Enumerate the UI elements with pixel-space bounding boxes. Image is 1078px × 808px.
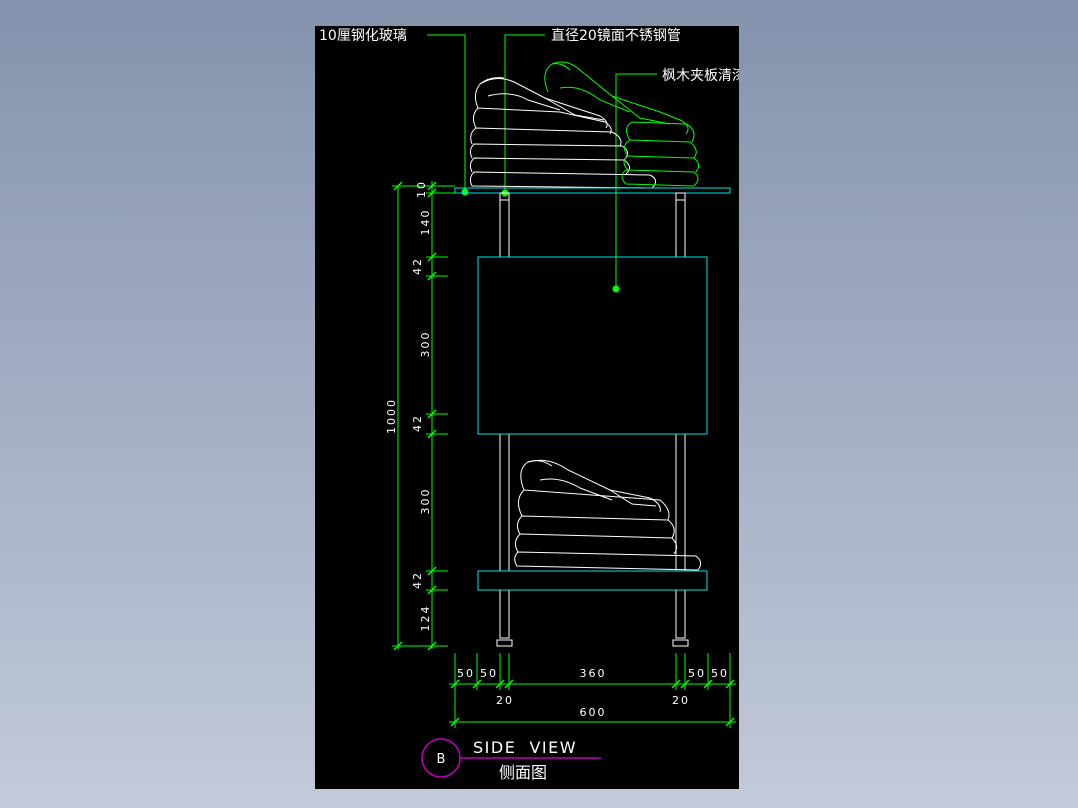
dim-42-c: 42 (411, 571, 424, 589)
dim-20-a: 20 (496, 694, 514, 707)
dim-300-a: 300 (419, 331, 432, 358)
vertical-dimension-labels: 10 140 42 300 42 300 42 124 1000 (385, 180, 432, 632)
dim-50-d: 50 (711, 667, 729, 680)
dim-50-c: 50 (688, 667, 706, 680)
view-marker-letter: B (437, 752, 446, 767)
maple-plywood-panel (477, 256, 708, 435)
callout-leaders (427, 34, 657, 289)
bottom-shelf (477, 570, 708, 591)
dim-20-b: 20 (672, 694, 690, 707)
view-title: SIDE VIEW (473, 738, 577, 757)
dim-300-b: 300 (419, 488, 432, 515)
dim-10: 10 (415, 180, 428, 198)
callout-tube-label: 直径20镜面不锈钢管 (551, 27, 681, 44)
dim-50-a: 50 (457, 667, 475, 680)
dim-360: 360 (580, 667, 607, 680)
dim-140: 140 (419, 209, 432, 236)
dim-42-a: 42 (411, 257, 424, 275)
leader-dot-panel (612, 285, 620, 293)
callout-glass-label: 10厘钢化玻璃 (319, 27, 407, 44)
dim-1000: 1000 (385, 398, 398, 434)
horizontal-dimension-labels: 50 50 360 50 50 20 20 600 (457, 667, 729, 719)
callout-panel-label: 枫木夹板清漆 (662, 68, 739, 84)
glass-shelf (454, 187, 731, 194)
dim-124: 124 (419, 605, 432, 632)
horizontal-dimension-ticks (450, 679, 735, 727)
dim-42-b: 42 (411, 414, 424, 432)
top-garment-stack-white (469, 77, 656, 189)
cad-drawing-canvas: 10厘钢化玻璃 直径20镜面不锈钢管 枫木夹板清漆 10 140 42 300 … (315, 26, 739, 789)
dim-50-b: 50 (480, 667, 498, 680)
side-view-drawing: 10厘钢化玻璃 直径20镜面不锈钢管 枫木夹板清漆 10 140 42 300 … (319, 27, 739, 782)
view-subtitle: 侧面图 (499, 763, 547, 782)
dim-600: 600 (580, 706, 607, 719)
title-block: B SIDE VIEW 侧面图 (421, 738, 601, 782)
stainless-tubes (496, 192, 689, 647)
leader-dot-glass (461, 188, 469, 196)
bottom-garment-stack (514, 459, 702, 571)
